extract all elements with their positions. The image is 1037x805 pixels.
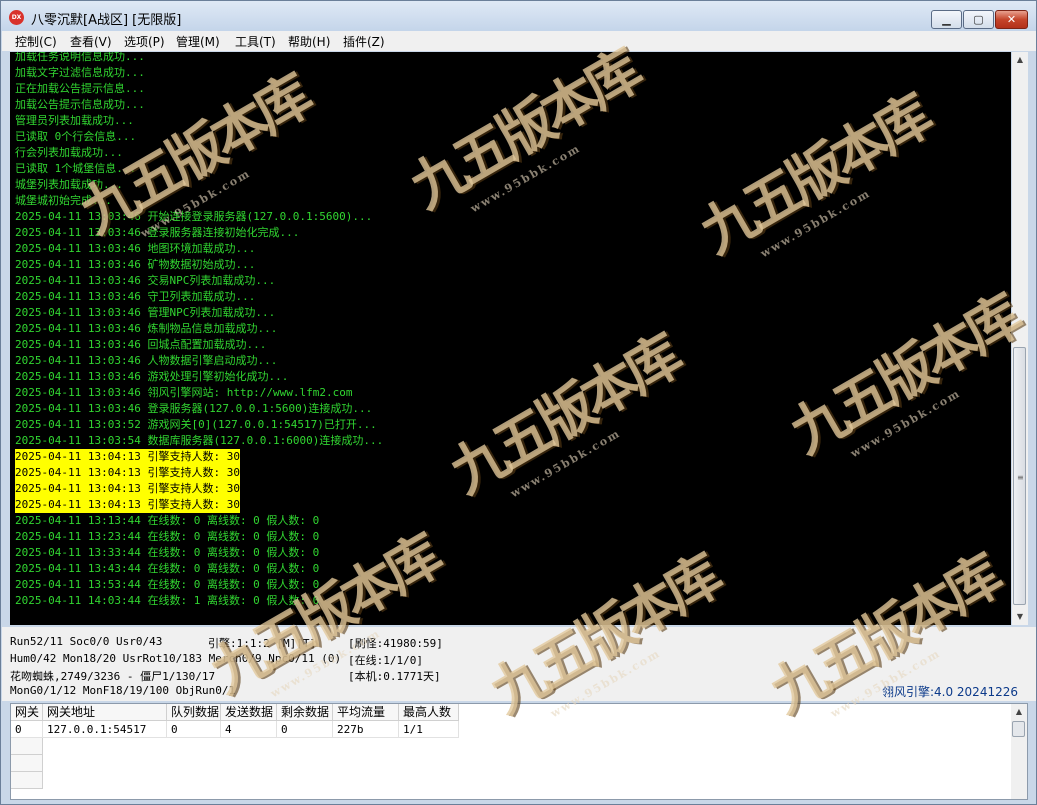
log-line: 2025-04-11 13:03:52 游戏网关[0](127.0.0.1:54…: [15, 418, 377, 431]
log-console[interactable]: 加载任务说明信息成功... 加载文字过滤信息成功... 正在加载公告提示信息... 加…: [10, 52, 1011, 625]
table-row-cell[interactable]: 1/1: [399, 721, 459, 738]
table-row-cell[interactable]: 127.0.0.1:54517: [43, 721, 167, 738]
menu-options[interactable]: 选项(P): [124, 33, 165, 50]
log-line: 城堡列表加载成功...: [15, 178, 123, 191]
log-line: 2025-04-11 13:03:46 炼制物品信息加载成功...: [15, 322, 278, 335]
log-line: 城堡城初始完成...: [15, 194, 112, 207]
column-avg-traffic[interactable]: 平均流量: [333, 704, 399, 721]
title-bar: DX 八零沉默[A战区] [无限版] ▁ ▢ ✕: [1, 1, 1036, 31]
status-mon: MonG0/1/12 MonF18/19/100 ObjRun0/1: [10, 684, 236, 697]
log-line: 2025-04-11 13:03:46 翎风引擎网站: http://www.l…: [15, 386, 353, 399]
log-line: 2025-04-11 13:23:44 在线数: 0 离线数: 0 假人数: 0: [15, 530, 320, 543]
row-header: [11, 755, 43, 772]
app-window: DX 八零沉默[A战区] [无限版] ▁ ▢ ✕ 控制(C) 查看(V) 选项(…: [0, 0, 1037, 805]
log-line: 加载文字过滤信息成功...: [15, 66, 145, 79]
log-line: 管理员列表加载成功...: [15, 114, 134, 127]
log-line: 已读取 0个行会信息...: [15, 130, 137, 143]
table-row-cell[interactable]: 0: [167, 721, 221, 738]
log-lines: 加载任务说明信息成功... 加载文字过滤信息成功... 正在加载公告提示信息... 加…: [15, 52, 383, 609]
table-row-cell[interactable]: 0: [277, 721, 333, 738]
status-hum: Hum0/42 Mon18/20 UsrRot10/183 Merch0/9 N…: [10, 652, 342, 665]
column-sent-data[interactable]: 发送数据: [221, 704, 277, 721]
app-icon: DX: [9, 10, 24, 25]
status-run: Run52/11 Soc0/0 Usr0/43: [10, 635, 163, 648]
log-line: 2025-04-11 13:03:46 人物数据引擎启动成功...: [15, 354, 278, 367]
menu-plugins[interactable]: 插件(Z): [343, 33, 385, 50]
status-refresh: [刷怪:41980:59]: [348, 637, 443, 650]
table-row-cell[interactable]: 4: [221, 721, 277, 738]
menu-control[interactable]: 控制(C): [15, 33, 57, 50]
log-line: 正在加载公告提示信息...: [15, 82, 145, 95]
status-map: 花吻蜘蛛,2749/3236 - 僵尸1/130/17: [10, 670, 216, 683]
log-line: 2025-04-11 13:43:44 在线数: 0 离线数: 0 假人数: 0: [15, 562, 320, 575]
status-local: [本机:0.1771天]: [348, 670, 441, 683]
scroll-thumb[interactable]: [1012, 721, 1025, 737]
scroll-up-arrow-icon[interactable]: ▲: [1012, 52, 1028, 68]
window-title: 八零沉默[A战区] [无限版]: [31, 13, 182, 28]
scroll-thumb[interactable]: ≡: [1013, 347, 1026, 605]
log-line: 2025-04-11 13:04:13 引擎支持人数: 30: [15, 465, 240, 481]
status-online: [在线:1/1/0]: [348, 654, 423, 667]
menu-tools[interactable]: 工具(T): [235, 33, 276, 50]
log-line: 2025-04-11 13:03:46 矿物数据初始成功...: [15, 258, 256, 271]
log-line: 2025-04-11 13:04:13 引擎支持人数: 30: [15, 449, 240, 465]
log-line: 加载任务说明信息成功...: [15, 52, 145, 63]
log-line: 2025-04-11 13:03:46 管理NPC列表加载成功...: [15, 306, 276, 319]
log-line: 2025-04-11 13:04:13 引擎支持人数: 30: [15, 497, 240, 513]
log-scrollbar[interactable]: ▲ ≡ ▼: [1012, 52, 1028, 625]
menu-manage[interactable]: 管理(M): [176, 33, 220, 50]
menu-bar: 控制(C) 查看(V) 选项(P) 管理(M) 工具(T) 帮助(H) 插件(Z…: [2, 31, 1036, 51]
log-line: 2025-04-11 13:04:13 引擎支持人数: 30: [15, 481, 240, 497]
log-line: 2025-04-11 13:03:46 回城点配置加载成功...: [15, 338, 267, 351]
close-button[interactable]: ✕: [995, 10, 1028, 29]
table-row-cell[interactable]: 227b: [333, 721, 399, 738]
log-line: 2025-04-11 13:03:46 游戏处理引擎初始化成功...: [15, 370, 289, 383]
log-line: 2025-04-11 13:03:46 守卫列表加载成功...: [15, 290, 256, 303]
table-row-cell[interactable]: 0: [11, 721, 43, 738]
column-queue-data[interactable]: 队列数据: [167, 704, 221, 721]
menu-view[interactable]: 查看(V): [70, 33, 112, 50]
log-line: 加载公告提示信息成功...: [15, 98, 145, 111]
gateway-table: 网关 网关地址 队列数据 发送数据 剩余数据 平均流量 最高人数 0 127.0…: [10, 703, 1028, 800]
gateway-table-header: 网关 网关地址 队列数据 发送数据 剩余数据 平均流量 最高人数: [11, 704, 1011, 721]
log-line: 已读取 1个城堡信息...: [15, 162, 137, 175]
grip-icon: ≡: [1017, 473, 1024, 482]
log-line: 2025-04-11 13:03:46 登录服务器连接初始化完成...: [15, 226, 300, 239]
row-header: [11, 738, 43, 755]
log-line: 行会列表加载成功...: [15, 146, 123, 159]
status-panel: Run52/11 Soc0/0 Usr0/43 引擎:1:1:2 [M][T] …: [2, 627, 1036, 701]
log-line: 2025-04-11 13:03:46 地图环境加载成功...: [15, 242, 256, 255]
column-gateway-address[interactable]: 网关地址: [43, 704, 167, 721]
log-line: 2025-04-11 13:13:44 在线数: 0 离线数: 0 假人数: 0: [15, 514, 320, 527]
engine-version: 翎风引擎:4.0 20241226: [881, 685, 1018, 699]
log-line: 2025-04-11 13:03:46 开始连接登录服务器(127.0.0.1:…: [15, 210, 373, 223]
maximize-button[interactable]: ▢: [963, 10, 994, 29]
log-line: 2025-04-11 13:33:44 在线数: 0 离线数: 0 假人数: 0: [15, 546, 320, 559]
scroll-up-arrow-icon[interactable]: ▲: [1011, 704, 1027, 720]
column-remaining-data[interactable]: 剩余数据: [277, 704, 333, 721]
column-max-users[interactable]: 最高人数: [399, 704, 459, 721]
minimize-button[interactable]: ▁: [931, 10, 962, 29]
log-line: 2025-04-11 13:03:46 登录服务器(127.0.0.1:5600…: [15, 402, 373, 415]
log-line: 2025-04-11 13:53:44 在线数: 0 离线数: 0 假人数: 0: [15, 578, 320, 591]
column-gateway[interactable]: 网关: [11, 704, 43, 721]
scroll-down-arrow-icon[interactable]: ▼: [1012, 609, 1028, 625]
row-header: [11, 772, 43, 789]
menu-help[interactable]: 帮助(H): [288, 33, 330, 50]
log-line: 2025-04-11 13:03:54 数据库服务器(127.0.0.1:600…: [15, 434, 384, 447]
log-line: 2025-04-11 14:03:44 在线数: 1 离线数: 0 假人数: 0: [15, 594, 320, 607]
log-line: 2025-04-11 13:03:46 交易NPC列表加载成功...: [15, 274, 276, 287]
table-scrollbar[interactable]: ▲: [1011, 704, 1027, 799]
status-engine: 引擎:1:1:2 [M][T]: [208, 637, 317, 650]
